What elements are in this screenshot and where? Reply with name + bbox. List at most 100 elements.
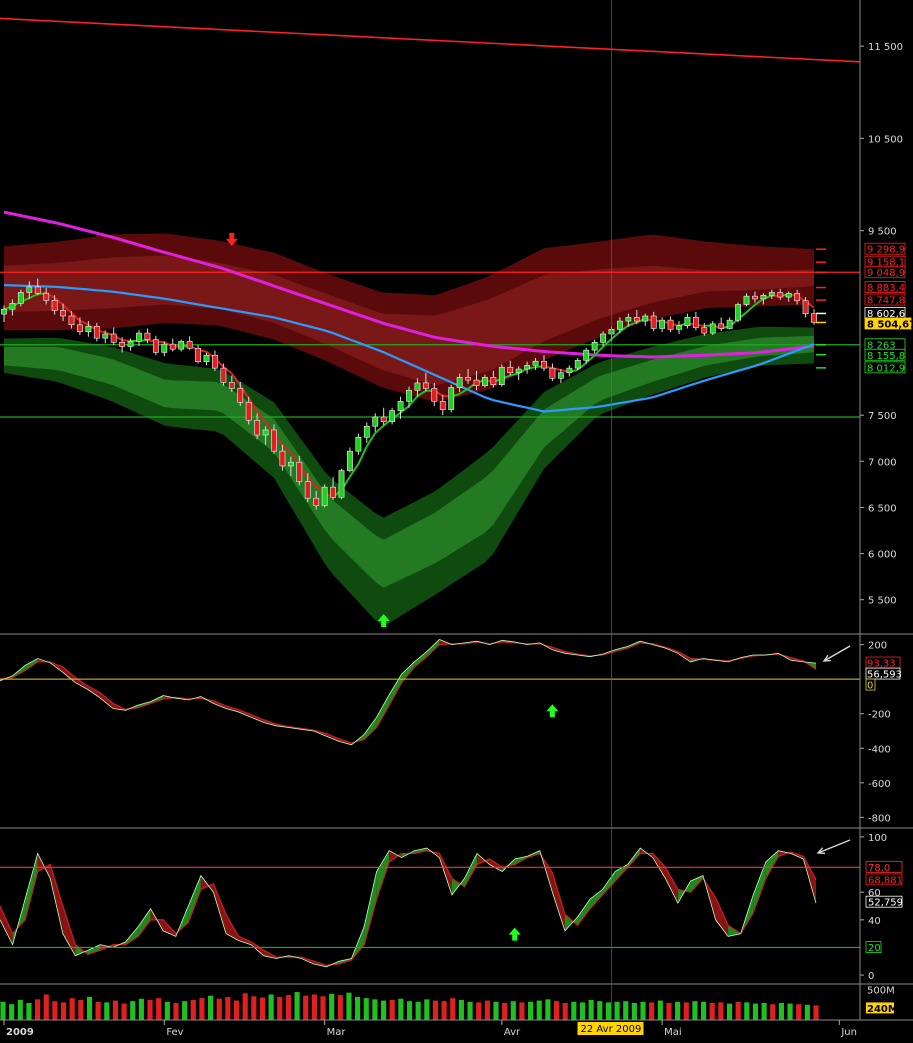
volume-bar: [718, 1002, 724, 1020]
volume-bar: [95, 1001, 101, 1020]
volume-bar: [208, 995, 214, 1020]
candle-body: [473, 379, 480, 386]
candle-body: [794, 293, 801, 302]
oscillator-2-value-tag: 52,759: [865, 895, 903, 909]
volume-bar: [138, 998, 144, 1020]
cursor-date-label: 22 Avr 2009: [581, 1024, 642, 1035]
volume-bar: [182, 1001, 188, 1020]
price-tick-label: 10 500: [868, 134, 903, 145]
volume-bar: [744, 1002, 750, 1020]
volume-bar: [259, 997, 266, 1020]
candle-body: [102, 333, 109, 339]
volume-bar: [640, 1001, 646, 1020]
volume-bar: [709, 1003, 715, 1020]
volume-bar: [683, 1002, 689, 1020]
candle-body: [541, 360, 547, 369]
volume-bar: [631, 1003, 637, 1020]
volume-bar: [9, 1004, 15, 1020]
volume-bar: [121, 1003, 127, 1020]
candle-body: [743, 295, 750, 305]
candle-body: [625, 317, 632, 322]
candle-body: [557, 372, 564, 379]
candle-body: [51, 300, 58, 311]
candle-body: [304, 481, 311, 499]
volume-bar: [528, 1001, 534, 1020]
volume-bar: [787, 1003, 793, 1020]
candle-body: [68, 315, 75, 326]
volume-bar: [493, 1001, 499, 1020]
oscillator-2-tick-label: 100: [868, 833, 887, 844]
candle-body: [667, 319, 674, 330]
oscillator-2-tag-label: 68,881: [868, 875, 903, 886]
volume-bar: [804, 1004, 810, 1020]
price-tag: 8 155,8: [864, 348, 906, 362]
time-tick-label: Mai: [664, 1027, 682, 1038]
candle-body: [363, 425, 370, 438]
price-tag-label: 8 012,9: [867, 363, 905, 374]
volume-bar: [588, 999, 594, 1020]
volume-bar: [190, 999, 196, 1020]
volume-bar: [562, 1003, 568, 1020]
candle-body: [414, 382, 421, 391]
volume-bar: [372, 999, 378, 1020]
volume-bar: [502, 1003, 508, 1020]
candle-body: [498, 366, 505, 386]
volume-bar: [623, 1001, 629, 1020]
candle-body: [439, 401, 446, 410]
candle-body: [355, 437, 362, 452]
candle-body: [709, 323, 716, 334]
time-tick-label: 2009: [6, 1027, 34, 1038]
candle-body: [110, 333, 117, 343]
volume-bar: [614, 1001, 620, 1020]
candle-body: [43, 292, 50, 301]
volume-bar: [657, 1000, 663, 1020]
price-tag-label: 8 883,4: [867, 283, 905, 294]
volume-bar: [112, 1000, 119, 1020]
time-tick-label: Fev: [166, 1027, 183, 1038]
oscillator-1-tick-label: -800: [868, 813, 891, 824]
volume-bar: [571, 1001, 577, 1020]
volume-bar: [415, 1001, 421, 1020]
candle-body: [136, 332, 142, 342]
candle-body: [777, 292, 784, 298]
price-tag: 8 504,67: [864, 317, 913, 330]
volume-bar: [441, 1001, 447, 1020]
volume-bar: [86, 996, 93, 1020]
candle-body: [802, 300, 809, 314]
price-tick-label: 7 500: [868, 411, 897, 422]
candle-body: [17, 292, 24, 304]
volume-bar: [770, 1004, 776, 1020]
volume-bar: [225, 996, 231, 1020]
candle-body: [397, 401, 404, 411]
volume-bar: [735, 1001, 741, 1020]
oscillator-2-tag-label: 20: [868, 943, 881, 954]
candle-body: [161, 343, 168, 353]
candle-body: [633, 317, 640, 322]
price-tag: 8 747,8: [864, 293, 906, 307]
volume-bar: [35, 999, 41, 1020]
candle-body: [785, 293, 792, 298]
candle-body: [372, 416, 379, 427]
candle-body: [321, 486, 328, 506]
oscillator-2-value-tag: 68,881: [865, 873, 903, 886]
candle-body: [456, 377, 463, 388]
candle-body: [760, 294, 767, 300]
volume-bar: [692, 1001, 698, 1020]
price-tick-label: 11 500: [868, 42, 903, 53]
volume-tick-label: 500M: [867, 986, 895, 997]
volume-bar: [510, 1001, 516, 1020]
price-tick-label: 6 000: [868, 550, 897, 561]
candle-body: [296, 461, 303, 482]
candle-body: [34, 286, 41, 294]
volume-bar: [69, 998, 75, 1020]
candle-body: [465, 377, 471, 381]
oscillator-1-tick-label: -600: [868, 779, 891, 790]
candle-body: [811, 313, 817, 323]
short-moving-average-segment: [122, 339, 131, 343]
volume-bar: [389, 999, 395, 1020]
candle-body: [718, 323, 725, 329]
candle-body: [245, 401, 252, 421]
volume-bar: [597, 1001, 603, 1020]
volume-bar: [268, 994, 274, 1020]
candle-body: [186, 341, 193, 349]
